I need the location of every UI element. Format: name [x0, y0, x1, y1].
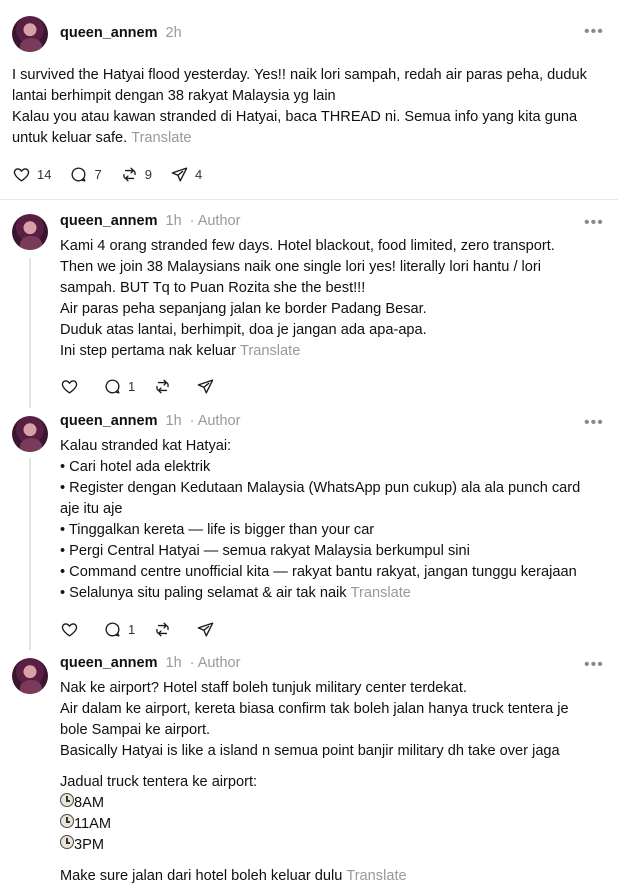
text-line: Air dalam ke airport, kereta biasa confi…: [60, 701, 569, 717]
send-icon: [197, 622, 214, 637]
comment-icon: [105, 622, 120, 637]
post-header: queen_annem 1h · Author: [60, 655, 240, 675]
post-text: Kalau stranded kat Hatyai: • Cari hotel …: [60, 436, 612, 604]
text-line: lantai berhimpit dengan 38 rakyat Malays…: [12, 88, 336, 104]
translate-link[interactable]: Translate: [131, 130, 191, 146]
text-line: sampah. BUT Tq to Puan Rozita she the be…: [60, 280, 366, 296]
post-text: I survived the Hatyai flood yesterday. Y…: [12, 65, 612, 149]
text-line: • Selalunya situ paling selamat & air ta…: [60, 585, 347, 601]
username[interactable]: queen_annem: [60, 213, 158, 229]
username[interactable]: queen_annem: [60, 25, 158, 41]
post-actions: 14 7 9 4: [12, 165, 220, 184]
username[interactable]: queen_annem: [60, 413, 158, 429]
avatar[interactable]: [12, 416, 48, 452]
like-count: 14: [37, 167, 52, 182]
schedule-time: 3PM: [74, 837, 105, 853]
text-line: • Command centre unofficial kita — rakya…: [60, 564, 577, 580]
heart-icon: [13, 168, 30, 182]
text-line: Kami 4 orang stranded few days. Hotel bl…: [60, 238, 555, 254]
post-actions: 1: [60, 620, 239, 639]
comment-icon: [105, 379, 120, 394]
schedule-time: 11AM: [74, 816, 112, 832]
timestamp: 2h: [165, 25, 182, 41]
text-line: Ini step pertama nak keluar: [60, 343, 237, 359]
heart-icon: [61, 380, 78, 394]
clock-icon: [60, 814, 74, 828]
heart-icon: [61, 623, 78, 637]
schedule-title: Jadual truck tentera ke airport:: [60, 774, 258, 790]
more-options-icon[interactable]: •••: [584, 657, 603, 673]
translate-link[interactable]: Translate: [240, 343, 300, 359]
like-button[interactable]: [60, 620, 85, 639]
repost-count: 9: [144, 167, 152, 182]
text-line: Air paras peha sepanjang jalan ke border…: [60, 301, 427, 317]
text-line: Make sure jalan dari hotel boleh keluar …: [60, 868, 343, 884]
timestamp: 1h: [165, 413, 182, 429]
post-header: queen_annem 1h · Author: [60, 213, 240, 233]
repost-button[interactable]: [153, 377, 178, 396]
send-icon: [171, 167, 188, 182]
avatar[interactable]: [12, 658, 48, 694]
repost-icon: [122, 167, 136, 182]
text-line: • Pergi Central Hatyai — semua rakyat Ma…: [60, 543, 470, 559]
text-line: untuk keluar safe.: [12, 130, 128, 146]
like-button[interactable]: [60, 377, 85, 396]
thread-connector: [29, 258, 31, 408]
translate-link[interactable]: Translate: [346, 868, 406, 884]
avatar[interactable]: [12, 16, 48, 52]
post-header: queen_annem 1h · Author: [60, 413, 240, 433]
more-options-icon[interactable]: •••: [584, 215, 603, 231]
schedule-time: 8AM: [74, 795, 105, 811]
schedule: Jadual truck tentera ke airport: 8AM 11A…: [60, 772, 612, 856]
send-icon: [197, 379, 214, 394]
reply-button[interactable]: 7: [69, 165, 102, 184]
reply-button[interactable]: 1: [103, 377, 135, 396]
share-button[interactable]: [196, 377, 221, 396]
text-line: • Register dengan Kedutaan Malaysia (Wha…: [60, 480, 581, 496]
repost-icon: [156, 622, 169, 637]
text-line: • Cari hotel ada elektrik: [60, 459, 211, 475]
reply-count: 1: [128, 622, 136, 637]
clock-icon: [60, 835, 74, 849]
text-line: aje itu aje: [60, 501, 123, 517]
post-actions: 1: [60, 377, 239, 396]
text-line: Kalau you atau kawan stranded di Hatyai,…: [12, 109, 578, 125]
post-text: Kami 4 orang stranded few days. Hotel bl…: [60, 236, 612, 362]
text-line: • Tinggalkan kereta — life is bigger tha…: [60, 522, 375, 538]
text-line: Nak ke airport? Hotel staff boleh tunjuk…: [60, 680, 467, 696]
timestamp: 1h: [165, 655, 182, 671]
text-line: Duduk atas lantai, berhimpit, doa je jan…: [60, 322, 427, 338]
timestamp: 1h: [165, 213, 182, 229]
comment-icon: [71, 167, 86, 182]
thread-connector: [29, 458, 31, 650]
author-label: · Author: [189, 213, 241, 229]
post-header: queen_annem 2h: [60, 25, 182, 45]
repost-button[interactable]: 9: [120, 165, 152, 184]
translate-link[interactable]: Translate: [351, 585, 411, 601]
text-line: Basically Hatyai is like a island n semu…: [60, 743, 560, 759]
reply-button[interactable]: 1: [103, 620, 135, 639]
share-count: 4: [194, 167, 203, 182]
reply-count: 1: [128, 379, 136, 394]
clock-icon: [60, 793, 74, 807]
username[interactable]: queen_annem: [60, 655, 158, 671]
repost-button[interactable]: [153, 620, 178, 639]
share-button[interactable]: [196, 620, 221, 639]
share-button[interactable]: 4: [170, 165, 202, 184]
post-text: Nak ke airport? Hotel staff boleh tunjuk…: [60, 678, 612, 762]
divider: [0, 199, 618, 200]
more-options-icon[interactable]: •••: [584, 415, 603, 431]
author-label: · Author: [189, 413, 241, 429]
avatar[interactable]: [12, 214, 48, 250]
repost-icon: [156, 379, 169, 394]
like-button[interactable]: 14: [12, 165, 51, 184]
text-line: Kalau stranded kat Hatyai:: [60, 438, 232, 454]
post-text: Make sure jalan dari hotel boleh keluar …: [60, 866, 612, 885]
text-line: Then we join 38 Malaysians naik one sing…: [60, 259, 542, 275]
author-label: · Author: [189, 655, 241, 671]
more-options-icon[interactable]: •••: [584, 24, 603, 40]
reply-count: 7: [94, 167, 102, 182]
text-line: bole Sampai ke airport.: [60, 722, 211, 738]
text-line: I survived the Hatyai flood yesterday. Y…: [12, 67, 587, 83]
